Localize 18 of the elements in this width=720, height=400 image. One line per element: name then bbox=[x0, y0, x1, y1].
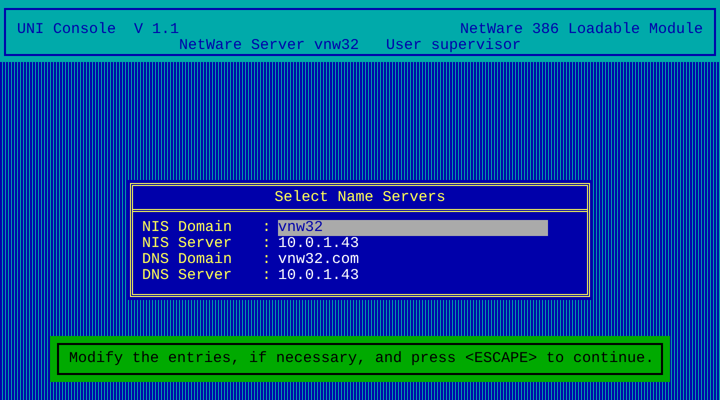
field-value[interactable]: vnw32.com bbox=[278, 252, 548, 268]
module-label: NetWare 386 Loadable Module bbox=[460, 22, 703, 38]
field-label: DNS Domain bbox=[142, 252, 234, 268]
colon-separator: : bbox=[262, 268, 272, 284]
field-value[interactable]: 10.0.1.43 bbox=[278, 236, 548, 252]
field-label: NIS Domain bbox=[142, 220, 234, 236]
colon-separator: : bbox=[262, 252, 272, 268]
field-label: DNS Server bbox=[142, 268, 234, 284]
user-label: User supervisor bbox=[386, 38, 522, 54]
field-value[interactable]: 10.0.1.43 bbox=[278, 268, 548, 284]
field-value[interactable]: vnw32 bbox=[278, 220, 548, 236]
dialog-title: Select Name Servers bbox=[274, 190, 446, 206]
colon-separator: : bbox=[262, 236, 272, 252]
colon-separator: : bbox=[262, 220, 272, 236]
app-title: UNI Console V 1.1 bbox=[17, 22, 180, 38]
status-message: Modify the entries, if necessary, and press <ESCAPE> to continue. bbox=[69, 351, 654, 367]
server-label: NetWare Server vnw32 bbox=[179, 38, 360, 54]
field-label: NIS Server bbox=[142, 236, 234, 252]
